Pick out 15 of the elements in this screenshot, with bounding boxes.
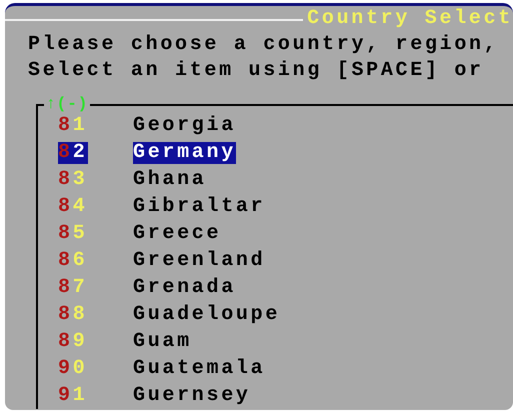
country-option[interactable]: Guadeloupe [133, 304, 280, 326]
country-option[interactable]: Greece [133, 222, 222, 244]
country-option[interactable]: Guatemala [133, 358, 266, 380]
country-option[interactable]: Germany [133, 142, 236, 164]
country-option[interactable]: Ghana [133, 168, 207, 190]
prompt-text: Select an item using [SPACE] or [27, 58, 485, 84]
item-number[interactable]: 82 [58, 142, 88, 164]
country-option[interactable]: Guam [133, 330, 192, 352]
dialog-title: Country Select [306, 6, 513, 32]
country-option[interactable]: Georgia [133, 114, 236, 136]
prompt-text: Please choose a country, region, [27, 32, 500, 58]
country-option[interactable]: Guernsey [133, 384, 251, 406]
country-option[interactable]: Greenland [133, 250, 266, 272]
country-option[interactable]: Grenada [133, 276, 236, 298]
country-option[interactable]: Gibraltar [133, 196, 266, 218]
